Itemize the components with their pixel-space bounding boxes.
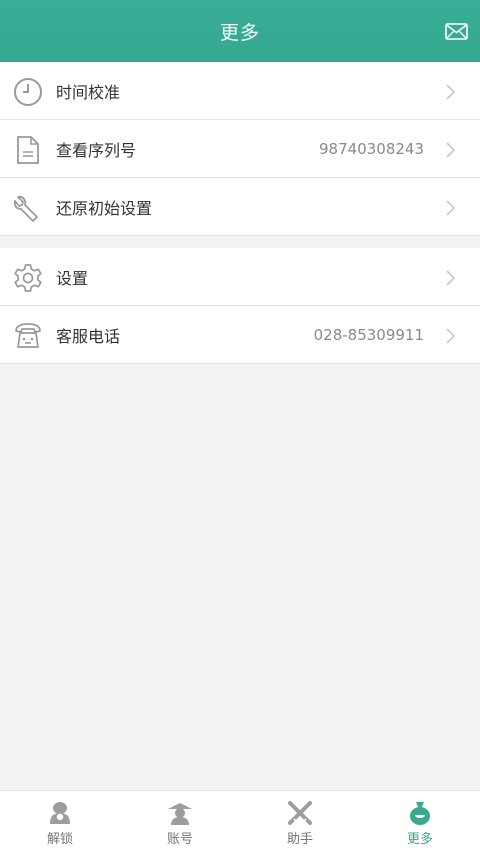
tab-assistant[interactable]: 助手 <box>240 791 360 853</box>
serial-number-value: 98740308243 <box>319 139 424 158</box>
chevron-right-icon <box>444 141 456 159</box>
settings-group-1: 时间校准 查看序列号 98740308243 还原初始设置 <box>0 62 480 236</box>
tab-label: 助手 <box>286 832 313 847</box>
account-icon <box>166 800 194 826</box>
chevron-right-icon <box>444 327 456 345</box>
bottom-tab-bar: 解锁 账号 助手 更多 <box>0 790 480 853</box>
mail-icon[interactable] <box>444 21 468 41</box>
wrench-icon <box>12 192 44 224</box>
row-factory-reset[interactable]: 还原初始设置 <box>0 178 480 236</box>
tab-label: 解锁 <box>46 832 73 847</box>
tab-unlock[interactable]: 解锁 <box>0 791 120 853</box>
row-customer-service[interactable]: 客服电话 028-85309911 <box>0 306 480 364</box>
chevron-right-icon <box>444 83 456 101</box>
row-label: 客服电话 <box>56 326 121 346</box>
row-label: 时间校准 <box>56 82 121 102</box>
document-icon <box>12 134 44 166</box>
row-time-calibration[interactable]: 时间校准 <box>0 62 480 120</box>
row-label: 设置 <box>56 268 89 288</box>
tab-more[interactable]: 更多 <box>360 791 480 853</box>
assistant-icon <box>286 800 314 826</box>
chevron-right-icon <box>444 269 456 287</box>
phone-number-value: 028-85309911 <box>313 325 424 344</box>
clock-icon <box>12 76 44 108</box>
app-screen: 更多 时间校准 查看序列号 98740308243 还原初始设置 设置 客服电话… <box>0 0 480 853</box>
unlock-icon <box>46 800 74 826</box>
row-label: 查看序列号 <box>56 140 137 160</box>
tab-label: 账号 <box>166 832 193 847</box>
chevron-right-icon <box>444 199 456 217</box>
tab-label: 更多 <box>406 832 433 847</box>
row-serial-number[interactable]: 查看序列号 98740308243 <box>0 120 480 178</box>
row-settings[interactable]: 设置 <box>0 248 480 306</box>
telephone-icon <box>12 320 44 352</box>
gear-icon <box>12 262 44 294</box>
settings-group-2: 设置 客服电话 028-85309911 <box>0 248 480 364</box>
tab-account[interactable]: 账号 <box>120 791 240 853</box>
top-header: 更多 <box>0 0 480 62</box>
page-title: 更多 <box>219 21 260 44</box>
row-label: 还原初始设置 <box>56 198 153 218</box>
more-bag-icon <box>406 800 434 826</box>
